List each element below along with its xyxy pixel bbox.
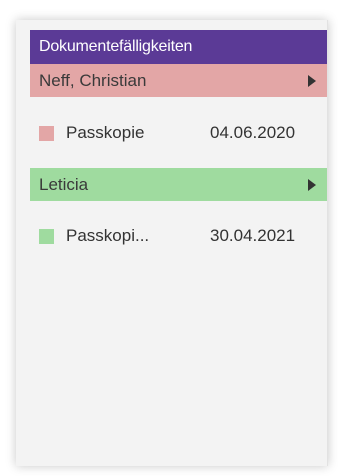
document-due-dates-panel: Dokumentefälligkeiten Neff, Christian Pa… [16,20,328,466]
document-row[interactable]: Passkopi... 30.04.2021 [30,220,327,252]
panel-title: Dokumentefälligkeiten [30,30,327,64]
document-name: Passkopie [66,123,145,142]
group-header-neff-christian[interactable]: Neff, Christian [30,64,327,97]
group-name: Neff, Christian [39,71,147,90]
expand-arrow-icon[interactable] [308,179,316,191]
expand-arrow-icon[interactable] [308,75,316,87]
group-header-leticia[interactable]: Leticia [30,168,327,201]
status-color-swatch [39,126,54,141]
group-name: Leticia [39,175,89,194]
document-due-date: 04.06.2020 [210,123,296,142]
document-due-date: 30.04.2021 [210,226,296,245]
status-color-swatch [39,229,54,244]
document-name: Passkopi... [66,226,150,245]
document-row[interactable]: Passkopie 04.06.2020 [30,117,327,149]
